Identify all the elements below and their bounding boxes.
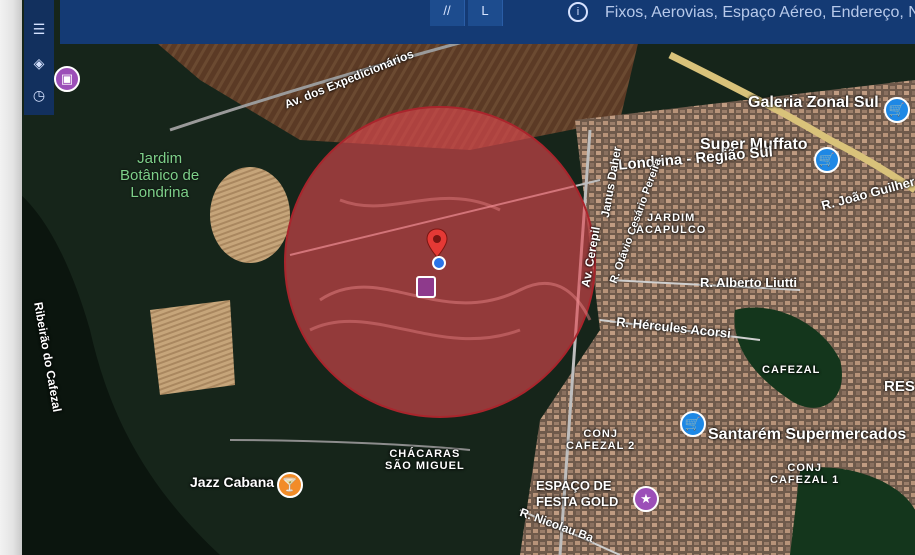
info-icon[interactable]: i: [568, 2, 588, 22]
neighborhood-chacaras: CHÁCARAS SÃO MIGUEL: [385, 448, 465, 472]
toolbar-button-2[interactable]: L: [468, 0, 503, 26]
marker-square-icon[interactable]: [416, 276, 436, 298]
neighborhood-cafezal: CAFEZAL: [762, 364, 821, 376]
neighborhood-cafezal-2: CONJ CAFEZAL 2: [566, 428, 636, 452]
poi-label-santarem: Santarém Supermercados: [708, 426, 907, 443]
round-field: [210, 167, 290, 263]
current-location-icon: [432, 256, 446, 270]
filter-icon[interactable]: ☰: [28, 18, 50, 40]
gallery-icon[interactable]: ▣: [54, 66, 80, 92]
shopping-cart-icon[interactable]: 🛒: [680, 411, 706, 437]
poi-label-galeria: Galeria Zonal Sul: [748, 94, 879, 111]
neighborhood-res: RES: [884, 378, 915, 395]
neighborhood-acapulco: JARDIM ACAPULCO: [636, 212, 707, 236]
layers-icon[interactable]: ◈: [28, 52, 50, 74]
toolbar-button-1[interactable]: //: [430, 0, 465, 26]
road-label-liutti: R. Alberto Liutti: [700, 275, 798, 290]
neighborhood-cafezal-1: CONJ CAFEZAL 1: [770, 462, 840, 486]
screen-bezel: [0, 0, 22, 555]
shopping-cart-icon[interactable]: 🛒: [814, 147, 840, 173]
location-pin-icon[interactable]: [426, 228, 448, 258]
party-icon[interactable]: ★: [633, 486, 659, 512]
shopping-cart-icon[interactable]: 🛒: [884, 97, 910, 123]
poi-label-espaco: ESPAÇO DE FESTA GOLD: [536, 478, 619, 509]
map-application: 🛒 🛒 🛒 🍸 ★ ▣ Av. dos Expedicionários Jard…: [0, 0, 915, 555]
top-toolbar: // L i Fixos, Aerovias, Espaço Aéreo, En…: [60, 0, 915, 44]
poi-label-jazz: Jazz Cabana: [190, 474, 275, 490]
side-toolbar: ☰ ◈ ◷: [24, 0, 54, 115]
cocktail-icon[interactable]: 🍸: [277, 472, 303, 498]
search-input[interactable]: Fixos, Aerovias, Espaço Aéreo, Endereço,…: [605, 4, 915, 22]
field-lower: [150, 300, 235, 395]
poi-label-botanic: Jardim Botânico de Londrina: [120, 150, 200, 201]
history-icon[interactable]: ◷: [28, 84, 50, 106]
